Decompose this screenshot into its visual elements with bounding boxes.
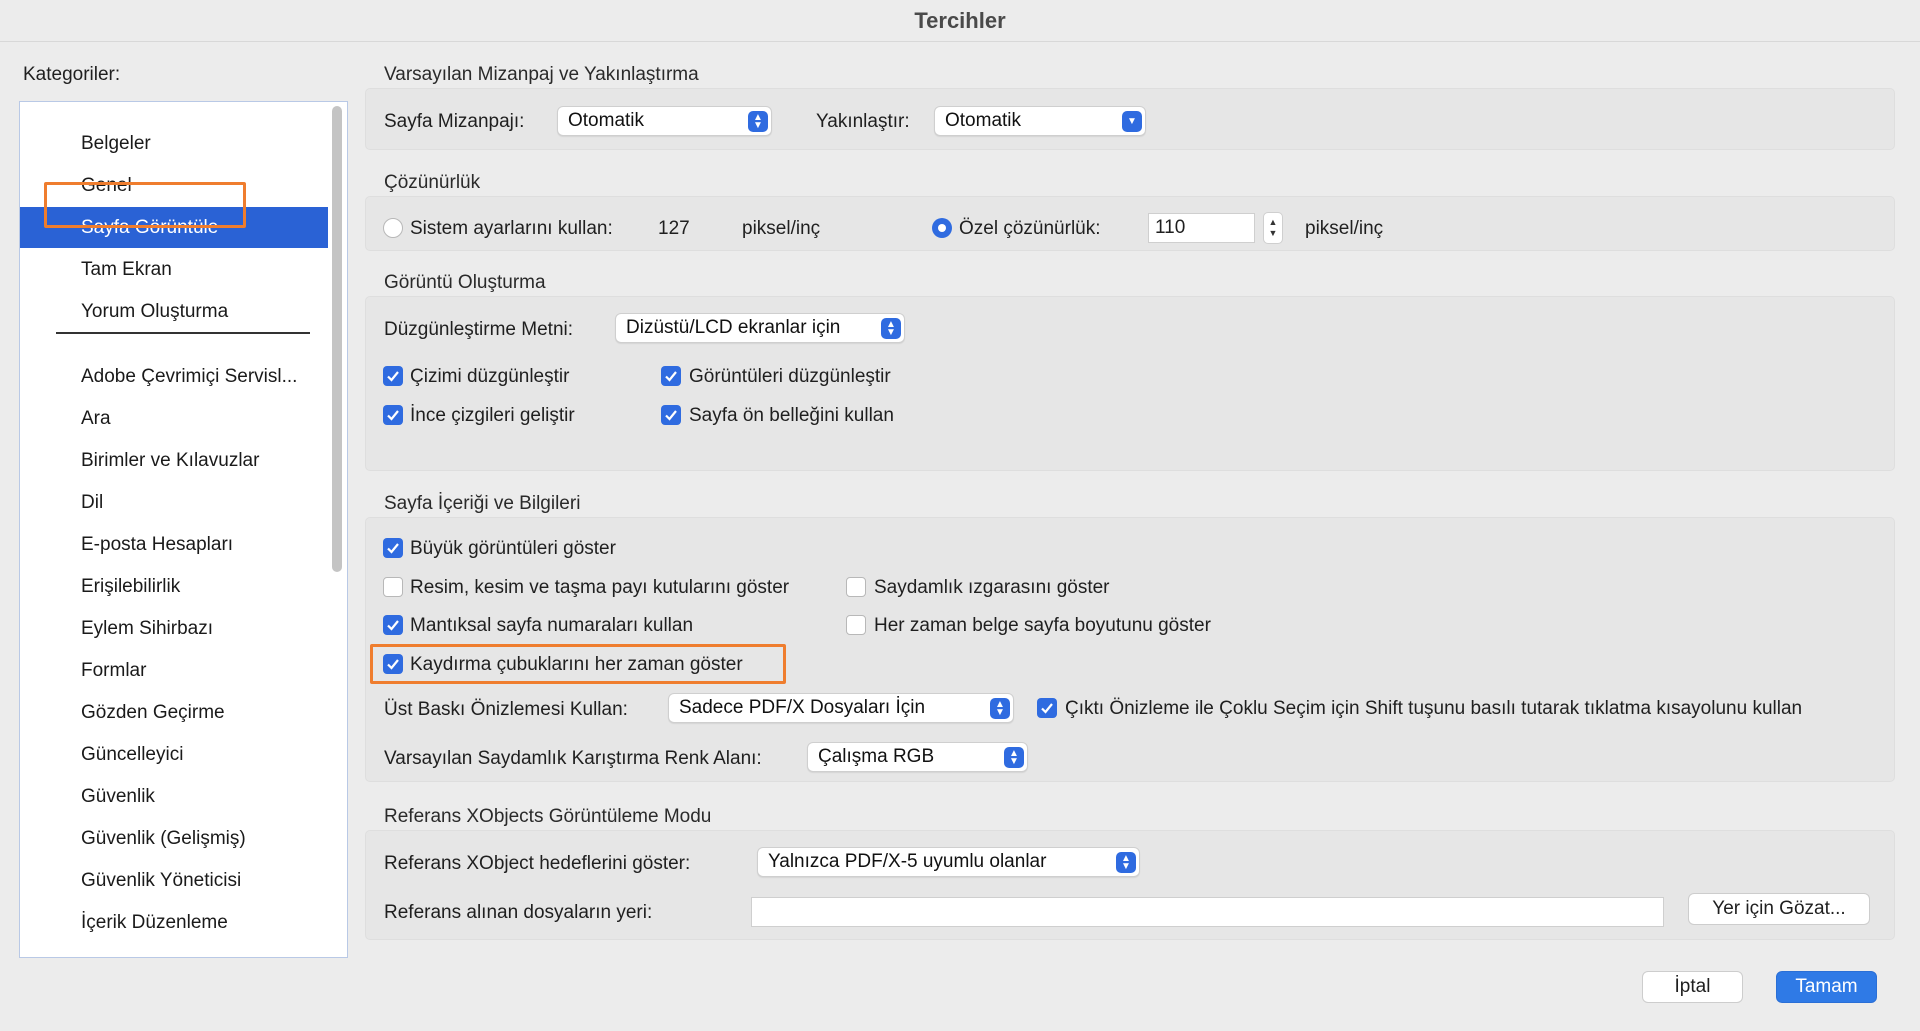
highlight-selected-category xyxy=(44,182,246,228)
category-item-security-manager[interactable]: Güvenlik Yöneticisi xyxy=(20,860,328,901)
use-logical-page-numbers-checkbox[interactable] xyxy=(383,615,403,635)
system-resolution-label: Sistem ayarlarını kullan: xyxy=(410,218,613,239)
category-item-forms[interactable]: Formlar xyxy=(20,650,328,691)
page-layout-popup[interactable]: Otomatik ▲ ▼ xyxy=(557,106,772,136)
category-item-action-wizard[interactable]: Eylem Sihirbazı xyxy=(20,608,328,649)
zoom-value: Otomatik xyxy=(945,110,1022,131)
category-item-full-screen[interactable]: Tam Ekran xyxy=(20,249,328,290)
chevron-updown-icon: ▲ ▼ xyxy=(881,318,901,339)
show-art-trim-bleed-label: Resim, kesim ve taşma payı kutularını gö… xyxy=(410,577,790,598)
show-large-images-label: Büyük görüntüleri göster xyxy=(410,538,616,559)
system-resolution-radio[interactable] xyxy=(383,218,403,238)
chevron-updown-icon: ▲ ▼ xyxy=(1004,747,1024,768)
custom-resolution-unit: piksel/inç xyxy=(1305,218,1384,239)
use-page-cache-label: Sayfa ön belleğini kullan xyxy=(689,405,894,426)
xobject-location-label: Referans alınan dosyaların yeri: xyxy=(384,902,653,923)
use-page-cache-checkbox[interactable] xyxy=(661,405,681,425)
categories-scrollbar[interactable] xyxy=(332,106,342,572)
smooth-line-art-label: Çizimi düzgünleştir xyxy=(410,366,570,387)
category-item-documents[interactable]: Belgeler xyxy=(20,123,328,164)
browse-location-button[interactable]: Yer için Gözat... xyxy=(1688,893,1870,925)
category-separator xyxy=(56,332,310,334)
category-item-updater[interactable]: Güncelleyici xyxy=(20,734,328,775)
xobject-location-field[interactable] xyxy=(751,897,1664,927)
show-transparency-grid-label: Saydamlık ızgarasını göster xyxy=(874,577,1110,598)
section-title-layout-zoom: Varsayılan Mizanpaj ve Yakınlaştırma xyxy=(384,64,699,85)
category-item-online-services[interactable]: Adobe Çevrimiçi Servisl... xyxy=(20,356,328,397)
section-title-resolution: Çözünürlük xyxy=(384,172,481,193)
blend-space-value: Çalışma RGB xyxy=(818,746,935,767)
category-item-commenting[interactable]: Yorum Oluşturma xyxy=(20,291,328,332)
use-logical-page-numbers-label: Mantıksal sayfa numaraları kullan xyxy=(410,615,694,636)
smooth-text-popup[interactable]: Dizüstü/LCD ekranlar için ▲ ▼ xyxy=(615,313,905,343)
blend-space-label: Varsayılan Saydamlık Karıştırma Renk Ala… xyxy=(384,748,762,769)
output-preview-shortcut-checkbox[interactable] xyxy=(1037,698,1057,718)
chevron-updown-icon: ▲ ▼ xyxy=(1116,852,1136,873)
enhance-thin-lines-checkbox[interactable] xyxy=(383,405,403,425)
xobject-targets-value: Yalnızca PDF/X-5 uyumlu olanlar xyxy=(768,851,1047,872)
show-transparency-grid-checkbox[interactable] xyxy=(846,577,866,597)
cancel-button[interactable]: İptal xyxy=(1642,971,1743,1003)
enhance-thin-lines-label: İnce çizgileri geliştir xyxy=(410,405,575,426)
panel-rendering xyxy=(365,296,1895,471)
xobject-targets-popup[interactable]: Yalnızca PDF/X-5 uyumlu olanlar ▲ ▼ xyxy=(757,847,1140,877)
smooth-images-checkbox[interactable] xyxy=(661,366,681,386)
window-title: Tercihler xyxy=(0,0,1920,42)
category-item-accessibility[interactable]: Erişilebilirlik xyxy=(20,566,328,607)
resolution-stepper[interactable]: ▲ ▼ xyxy=(1263,212,1283,244)
blend-space-popup[interactable]: Çalışma RGB ▲ ▼ xyxy=(807,742,1028,772)
always-show-doc-page-size-checkbox[interactable] xyxy=(846,615,866,635)
overprint-popup[interactable]: Sadece PDF/X Dosyaları İçin ▲ ▼ xyxy=(668,693,1014,723)
page-layout-value: Otomatik xyxy=(568,110,645,131)
category-item-search[interactable]: Ara xyxy=(20,398,328,439)
ok-button[interactable]: Tamam xyxy=(1776,971,1877,1003)
zoom-label: Yakınlaştır: xyxy=(816,111,910,132)
smooth-text-label: Düzgünleştirme Metni: xyxy=(384,319,574,340)
page-layout-label: Sayfa Mizanpajı: xyxy=(384,111,525,132)
categories-list: Belgeler Genel Sayfa Görüntüle Tam Ekran… xyxy=(19,101,348,958)
chevron-down-icon: ▼ xyxy=(1122,111,1142,132)
output-preview-shortcut-label: Çıktı Önizleme ile Çoklu Seçim için Shif… xyxy=(1065,698,1803,719)
section-title-rendering: Görüntü Oluşturma xyxy=(384,272,546,293)
smooth-text-value: Dizüstü/LCD ekranlar için xyxy=(626,317,841,338)
overprint-label: Üst Baskı Önizlemesi Kullan: xyxy=(384,699,628,720)
zoom-popup[interactable]: Otomatik ▼ xyxy=(934,106,1146,136)
category-item-units-guides[interactable]: Birimler ve Kılavuzlar xyxy=(20,440,328,481)
show-large-images-checkbox[interactable] xyxy=(383,538,403,558)
category-item-email-accounts[interactable]: E-posta Hesapları xyxy=(20,524,328,565)
custom-resolution-label: Özel çözünürlük: xyxy=(959,218,1101,239)
overprint-value: Sadece PDF/X Dosyaları İçin xyxy=(679,697,926,718)
custom-resolution-radio[interactable] xyxy=(932,218,952,238)
system-resolution-unit: piksel/inç xyxy=(742,218,821,239)
always-show-doc-page-size-label: Her zaman belge sayfa boyutunu göster xyxy=(874,615,1211,636)
category-item-reviewing[interactable]: Gözden Geçirme xyxy=(20,692,328,733)
category-item-security[interactable]: Güvenlik xyxy=(20,776,328,817)
show-art-trim-bleed-checkbox[interactable] xyxy=(383,577,403,597)
xobject-targets-label: Referans XObject hedeflerini göster: xyxy=(384,853,691,874)
category-item-language[interactable]: Dil xyxy=(20,482,328,523)
smooth-line-art-checkbox[interactable] xyxy=(383,366,403,386)
smooth-images-label: Görüntüleri düzgünleştir xyxy=(689,366,891,387)
category-item-security-enhanced[interactable]: Güvenlik (Gelişmiş) xyxy=(20,818,328,859)
custom-resolution-field[interactable]: 110 xyxy=(1148,213,1255,243)
system-resolution-value: 127 xyxy=(658,218,690,239)
categories-label: Kategoriler: xyxy=(23,64,121,85)
section-title-page-content: Sayfa İçeriği ve Bilgileri xyxy=(384,493,581,514)
section-title-xobjects: Referans XObjects Görüntüleme Modu xyxy=(384,806,712,827)
category-item-content-editing[interactable]: İçerik Düzenleme xyxy=(20,902,328,943)
chevron-updown-icon: ▲ ▼ xyxy=(990,698,1010,719)
highlight-scrollbars-option xyxy=(370,644,786,684)
chevron-updown-icon: ▲ ▼ xyxy=(748,111,768,132)
